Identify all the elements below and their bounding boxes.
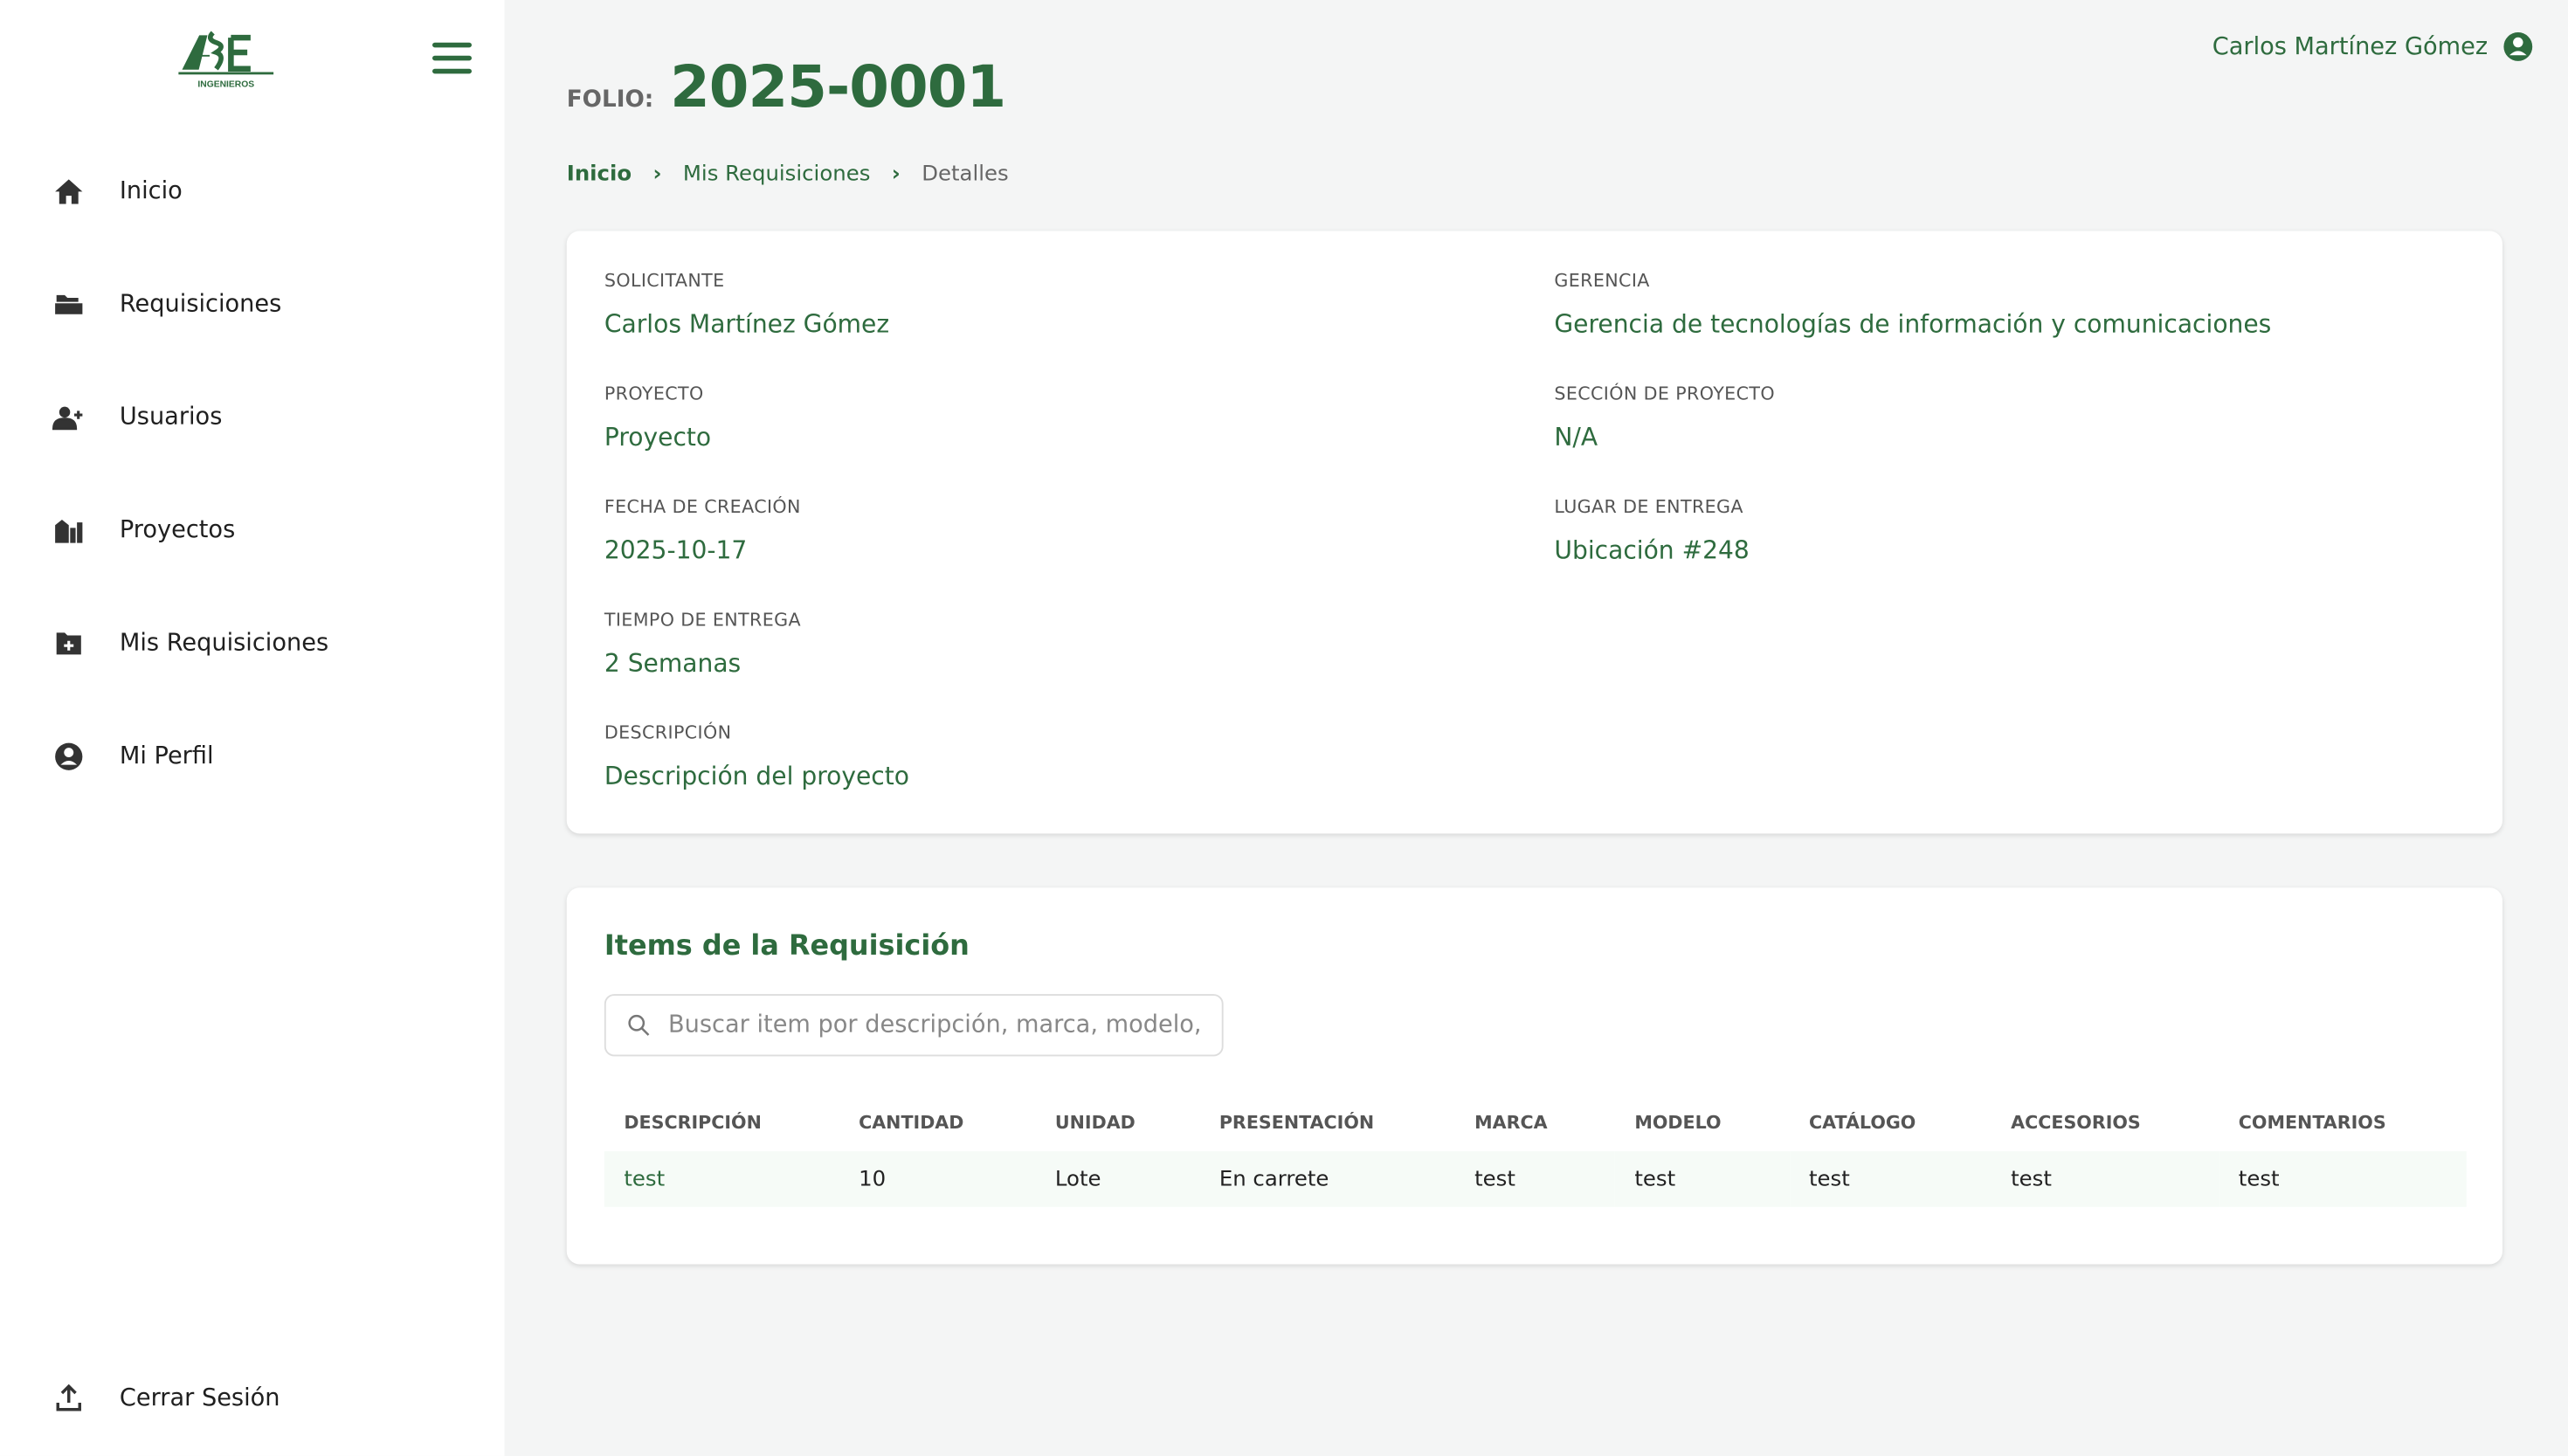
column-header: MARCA	[1455, 1093, 1615, 1152]
field-label: LUGAR DE ENTREGA	[1554, 496, 1749, 517]
field-value: Gerencia de tecnologías de información y…	[1554, 309, 2271, 339]
chevron-right-icon: ›	[652, 162, 661, 187]
table-cell: En carrete	[1199, 1151, 1454, 1207]
breadcrumb-mis-requisiciones[interactable]: Mis Requisiciones	[683, 162, 871, 187]
sidebar-item-requisiciones[interactable]: Requisiciones	[52, 288, 281, 321]
folio-value: 2025-0001	[670, 56, 1005, 121]
abe-logo[interactable]: INGENIEROS	[177, 26, 279, 92]
sidebar-item-mi-perfil[interactable]: Mi Perfil	[52, 741, 214, 774]
item-search[interactable]	[604, 994, 1224, 1056]
field-value: Ubicación #248	[1554, 535, 1749, 565]
menu-toggle-button[interactable]	[432, 43, 472, 76]
table-body: test10LoteEn carretetesttesttesttesttest	[604, 1151, 2467, 1207]
app: INGENIEROS Inicio Requisiciones Usuarios…	[0, 0, 2568, 1456]
folder-plus-icon	[52, 627, 86, 660]
sidebar: INGENIEROS Inicio Requisiciones Usuarios…	[0, 0, 505, 1456]
column-header: CATÁLOGO	[1789, 1093, 1991, 1152]
field-value: N/A	[1554, 423, 1775, 452]
table-cell: Lote	[1035, 1151, 1199, 1207]
items-table: DESCRIPCIÓNCANTIDADUNIDADPRESENTACIÓNMAR…	[604, 1093, 2467, 1207]
table-cell: test	[1992, 1151, 2219, 1207]
breadcrumb-inicio[interactable]: Inicio	[567, 162, 632, 187]
field-solicitante: SOLICITANTE Carlos Martínez Gómez	[604, 270, 889, 339]
field-fecha: FECHA DE CREACIÓN 2025-10-17	[604, 496, 801, 565]
svg-text:INGENIEROS: INGENIEROS	[197, 79, 254, 89]
table-header-row: DESCRIPCIÓNCANTIDADUNIDADPRESENTACIÓNMAR…	[604, 1093, 2467, 1152]
field-proyecto: PROYECTO Proyecto	[604, 383, 711, 452]
logout-button[interactable]: Cerrar Sesión	[52, 1383, 280, 1416]
chevron-right-icon: ›	[892, 162, 901, 187]
field-label: GERENCIA	[1554, 270, 2271, 291]
table-cell: test	[1455, 1151, 1615, 1207]
field-descripcion: DESCRIPCIÓN Descripción del proyecto	[604, 722, 909, 791]
column-header: DESCRIPCIÓN	[604, 1093, 839, 1152]
user-circle-icon	[52, 741, 86, 774]
field-label: PROYECTO	[604, 383, 711, 404]
field-value: Carlos Martínez Gómez	[604, 309, 889, 339]
field-label: SECCIÓN DE PROYECTO	[1554, 383, 1775, 404]
field-label: SOLICITANTE	[604, 270, 889, 291]
sidebar-item-inicio[interactable]: Inicio	[52, 176, 183, 209]
table-cell: 10	[839, 1151, 1036, 1207]
search-icon	[625, 1012, 652, 1039]
logout-label: Cerrar Sesión	[120, 1385, 280, 1411]
field-label: FECHA DE CREACIÓN	[604, 496, 801, 517]
home-icon	[52, 176, 86, 209]
column-header: PRESENTACIÓN	[1199, 1093, 1454, 1152]
field-seccion: SECCIÓN DE PROYECTO N/A	[1554, 383, 1775, 452]
main-content: Carlos Martínez Gómez FOLIO: 2025-0001 I…	[505, 0, 2568, 1456]
field-lugar: LUGAR DE ENTREGA Ubicación #248	[1554, 496, 1749, 565]
column-header: MODELO	[1615, 1093, 1790, 1152]
table-cell: test	[2219, 1151, 2466, 1207]
column-header: ACCESORIOS	[1992, 1093, 2219, 1152]
field-label: DESCRIPCIÓN	[604, 722, 909, 743]
breadcrumb: Inicio › Mis Requisiciones › Detalles	[567, 162, 1009, 187]
column-header: CANTIDAD	[839, 1093, 1036, 1152]
user-menu[interactable]: Carlos Martínez Gómez	[2212, 30, 2536, 64]
field-value: Proyecto	[604, 423, 711, 452]
sidebar-item-usuarios[interactable]: Usuarios	[52, 401, 222, 434]
sidebar-item-label: Mi Perfil	[120, 743, 214, 769]
user-circle-icon	[2501, 30, 2535, 64]
sidebar-item-label: Usuarios	[120, 404, 223, 431]
items-card: Items de la Requisición DESCRIPCIÓNCANTI…	[567, 887, 2502, 1264]
field-value: Descripción del proyecto	[604, 762, 909, 791]
city-icon	[52, 514, 86, 548]
sidebar-item-proyectos[interactable]: Proyectos	[52, 514, 235, 548]
field-value: 2 Semanas	[604, 649, 801, 679]
user-name: Carlos Martínez Gómez	[2212, 33, 2488, 59]
table-cell: test	[1789, 1151, 1991, 1207]
page-title: FOLIO: 2025-0001	[567, 56, 1005, 121]
folio-label: FOLIO:	[567, 86, 654, 113]
table-cell: test	[604, 1151, 839, 1207]
sidebar-item-label: Inicio	[120, 178, 183, 204]
user-plus-icon	[52, 401, 86, 434]
details-card: SOLICITANTE Carlos Martínez Gómez GERENCI…	[567, 231, 2502, 833]
field-label: TIEMPO DE ENTREGA	[604, 610, 801, 631]
folder-open-icon	[52, 288, 86, 321]
breadcrumb-detalles: Detalles	[922, 162, 1009, 187]
table-cell: test	[1615, 1151, 1790, 1207]
items-title: Items de la Requisición	[604, 930, 970, 963]
item-search-input[interactable]	[665, 1011, 1212, 1040]
sidebar-item-mis-requisiciones[interactable]: Mis Requisiciones	[52, 627, 328, 660]
column-header: UNIDAD	[1035, 1093, 1199, 1152]
sidebar-item-label: Mis Requisiciones	[120, 631, 328, 657]
field-value: 2025-10-17	[604, 535, 801, 565]
sidebar-item-label: Requisiciones	[120, 292, 281, 318]
logout-upload-icon	[52, 1383, 86, 1416]
field-tiempo: TIEMPO DE ENTREGA 2 Semanas	[604, 610, 801, 679]
sidebar-item-label: Proyectos	[120, 518, 235, 544]
table-row[interactable]: test10LoteEn carretetesttesttesttesttest	[604, 1151, 2467, 1207]
column-header: COMENTARIOS	[2219, 1093, 2466, 1152]
field-gerencia: GERENCIA Gerencia de tecnologías de infor…	[1554, 270, 2271, 339]
